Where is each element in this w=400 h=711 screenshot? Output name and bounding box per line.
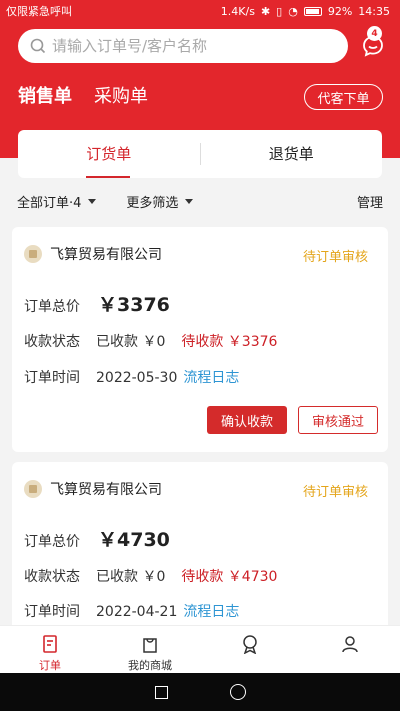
status-bar: 仅限紧急呼叫 1.4K/s ✱ ▯ ◔ 92% 14:35	[0, 0, 400, 22]
tab-sales-order[interactable]: 销售单	[18, 82, 72, 108]
order-time-label: 订单时间	[24, 604, 80, 620]
confirm-payment-button[interactable]: 确认收款	[207, 406, 287, 434]
tab-my-store-label: 我的商城	[128, 659, 172, 672]
order-card[interactable]: 飞算贸易有限公司 待订单审核 订单总价 ￥3376 收款状态 已收款 ￥0 待收…	[12, 227, 388, 452]
company-name: 飞算贸易有限公司	[50, 482, 162, 498]
all-orders-label: 全部订单·4	[17, 195, 82, 211]
order-total: ￥3376	[98, 294, 170, 316]
company-name: 飞算贸易有限公司	[50, 247, 162, 263]
received-amount: 已收款 ￥0	[96, 334, 166, 350]
order-total: ￥4730	[98, 529, 170, 551]
recent-apps-icon[interactable]	[154, 685, 168, 699]
total-label: 订单总价	[24, 299, 80, 315]
clock: 14:35	[358, 4, 390, 18]
search-input[interactable]	[52, 37, 322, 55]
payment-status-label: 收款状态	[24, 569, 80, 585]
tab-my-store[interactable]: 我的商城	[100, 626, 200, 673]
tab-purchase-order[interactable]: 采购单	[94, 82, 148, 108]
tab-return-goods[interactable]: 退货单	[201, 130, 383, 178]
caret-down-icon	[88, 198, 97, 204]
pending-amount: 待收款 ￥4730	[181, 569, 278, 585]
vibrate-icon: ▯	[276, 4, 283, 18]
payment-status-label: 收款状态	[24, 334, 80, 350]
order-icon	[43, 635, 57, 653]
battery-level: 92%	[327, 4, 353, 18]
battery-icon	[303, 6, 322, 16]
home-icon[interactable]	[229, 684, 246, 700]
carrier-text: 仅限紧急呼叫	[6, 5, 72, 18]
more-filters-label: 更多筛选	[126, 195, 179, 211]
order-status: 待订单审核	[302, 250, 368, 265]
process-log-link[interactable]: 流程日志	[183, 367, 239, 387]
order-status: 待订单审核	[302, 485, 368, 500]
tab-orders-label: 订单	[39, 659, 61, 672]
caret-down-icon	[185, 198, 194, 204]
filter-bar: 全部订单·4 更多筛选 管理	[0, 187, 400, 215]
search-bar[interactable]	[18, 29, 348, 63]
all-orders-dropdown[interactable]: 全部订单·4	[17, 192, 97, 211]
tab-rewards[interactable]	[200, 626, 300, 673]
order-time-label: 订单时间	[24, 370, 80, 386]
message-badge: 4	[367, 26, 382, 41]
received-amount: 已收款 ￥0	[96, 569, 166, 585]
network-speed: 1.4K/s	[220, 4, 255, 18]
tab-orders[interactable]: 订单	[0, 626, 100, 673]
process-log-link[interactable]: 流程日志	[183, 601, 239, 621]
order-date: 2022-05-30	[96, 370, 178, 386]
order-type-tabs: 销售单 采购单	[18, 82, 148, 108]
user-icon	[342, 636, 358, 653]
order-date: 2022-04-21	[96, 604, 178, 620]
tab-order-goods[interactable]: 订货单	[18, 130, 200, 178]
tab-profile[interactable]	[300, 626, 400, 673]
company-avatar	[24, 245, 42, 263]
total-label: 订单总价	[24, 534, 80, 550]
manage-button[interactable]: 管理	[357, 192, 383, 211]
system-navigation-bar	[0, 673, 400, 711]
approve-button[interactable]: 审核通过	[298, 406, 378, 434]
more-filters-dropdown[interactable]: 更多筛选	[126, 192, 194, 211]
store-icon	[143, 638, 157, 653]
search-icon	[30, 38, 46, 54]
wifi-icon: ◔	[288, 4, 298, 18]
proxy-order-button[interactable]: 代客下单	[304, 84, 383, 110]
order-segment-tabs: 订货单 退货单	[18, 130, 382, 178]
bluetooth-icon: ✱	[260, 4, 271, 18]
company-avatar	[24, 480, 42, 498]
bottom-tab-bar: 订单 我的商城	[0, 625, 400, 673]
pending-amount: 待收款 ￥3376	[181, 334, 278, 350]
badge-icon	[243, 635, 257, 654]
